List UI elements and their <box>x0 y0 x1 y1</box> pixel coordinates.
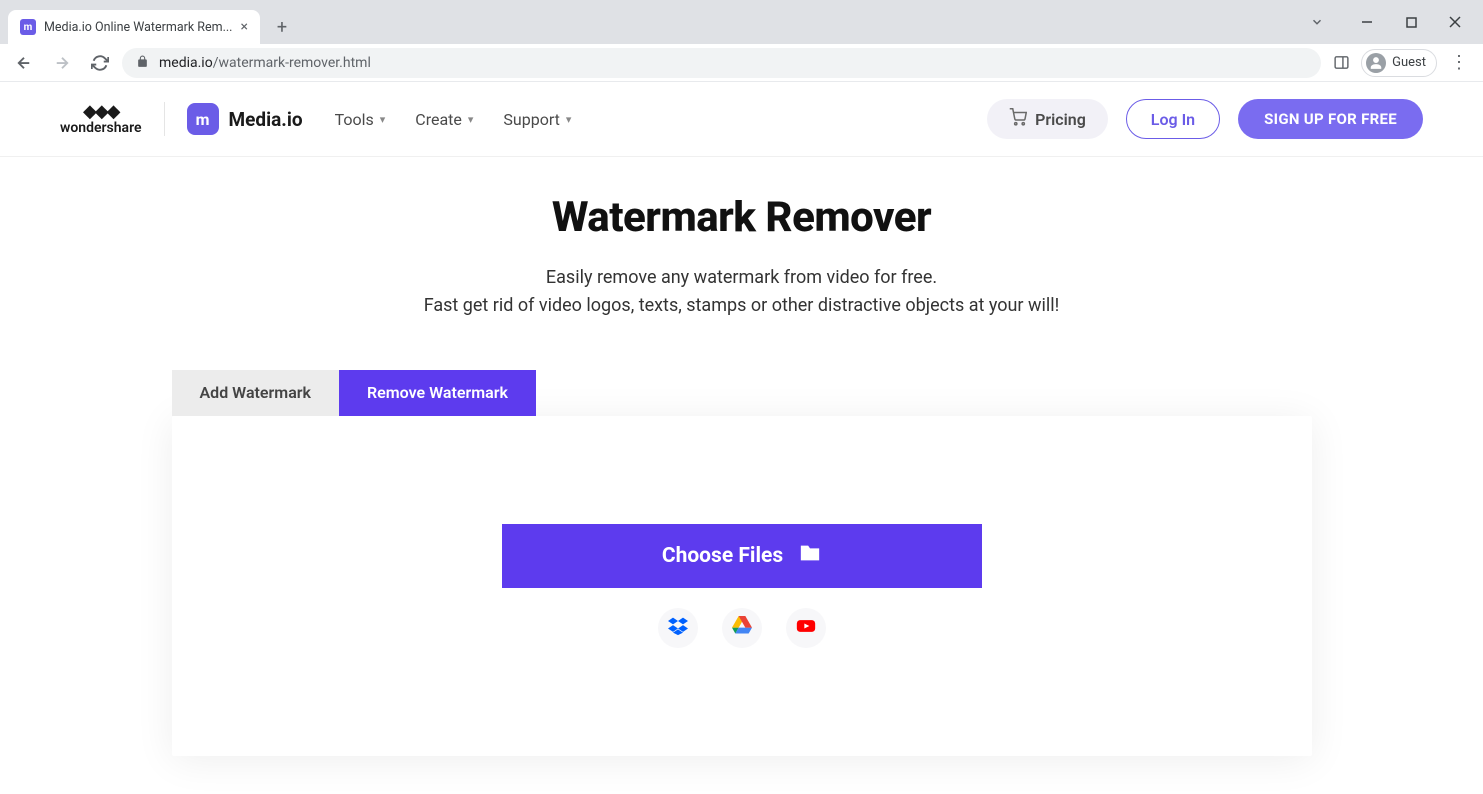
tab-remove-label: Remove Watermark <box>367 383 508 402</box>
signup-label: SIGN UP FOR FREE <box>1264 110 1397 128</box>
url-domain: media.io <box>159 55 213 71</box>
wondershare-mark-icon: ◆◆◆ <box>83 103 119 121</box>
url-path: /watermark-remover.html <box>213 55 371 71</box>
pricing-label: Pricing <box>1035 110 1086 129</box>
nav-support-label: Support <box>503 110 559 129</box>
site-header-left: ◆◆◆ wondershare m Media.io Tools ▾ Creat… <box>60 102 571 136</box>
source-options <box>658 608 826 648</box>
folder-icon <box>799 542 821 570</box>
maximize-icon[interactable] <box>1391 7 1431 37</box>
source-dropbox[interactable] <box>658 608 698 648</box>
dropbox-icon <box>668 616 688 640</box>
page-subtitle: Easily remove any watermark from video f… <box>0 264 1483 320</box>
wondershare-text: wondershare <box>60 121 142 135</box>
profile-guest[interactable]: Guest <box>1361 49 1437 77</box>
cart-icon <box>1009 108 1027 130</box>
tab-strip: m Media.io Online Watermark Rem... × + <box>0 0 1483 44</box>
chevron-down-icon: ▾ <box>380 113 386 126</box>
site-header: ◆◆◆ wondershare m Media.io Tools ▾ Creat… <box>0 82 1483 157</box>
forward-button[interactable] <box>46 47 78 79</box>
window-controls <box>1303 0 1483 44</box>
mediaio-logo[interactable]: m Media.io <box>187 103 303 135</box>
tool-area: Add Watermark Remove Watermark Choose Fi… <box>172 370 1312 756</box>
browser-tab[interactable]: m Media.io Online Watermark Rem... × <box>8 10 260 44</box>
tab-add-label: Add Watermark <box>200 383 312 402</box>
tab-add-watermark[interactable]: Add Watermark <box>172 370 340 416</box>
google-drive-icon <box>732 616 752 640</box>
login-label: Log In <box>1151 110 1195 129</box>
pricing-button[interactable]: Pricing <box>987 99 1108 139</box>
nav-create[interactable]: Create ▾ <box>415 110 473 129</box>
youtube-icon <box>796 616 816 640</box>
wondershare-logo[interactable]: ◆◆◆ wondershare <box>60 103 142 135</box>
back-button[interactable] <box>8 47 40 79</box>
main-nav: Tools ▾ Create ▾ Support ▾ <box>335 110 572 129</box>
upload-card: Choose Files <box>172 416 1312 756</box>
nav-support[interactable]: Support ▾ <box>503 110 571 129</box>
login-button[interactable]: Log In <box>1126 99 1220 139</box>
reload-button[interactable] <box>84 47 116 79</box>
hero: Watermark Remover Easily remove any wate… <box>0 157 1483 320</box>
address-bar[interactable]: media.io/watermark-remover.html <box>122 48 1321 78</box>
source-youtube[interactable] <box>786 608 826 648</box>
url-text: media.io/watermark-remover.html <box>159 55 371 71</box>
chevron-down-icon: ▾ <box>468 113 474 126</box>
site-header-right: Pricing Log In SIGN UP FOR FREE <box>987 99 1423 139</box>
signup-button[interactable]: SIGN UP FOR FREE <box>1238 99 1423 139</box>
new-tab-button[interactable]: + <box>268 13 296 41</box>
minimize-icon[interactable] <box>1347 7 1387 37</box>
search-tabs-icon[interactable] <box>1303 8 1331 36</box>
tab-title: Media.io Online Watermark Rem... <box>44 20 232 35</box>
page-viewport[interactable]: ◆◆◆ wondershare m Media.io Tools ▾ Creat… <box>0 82 1483 794</box>
choose-files-label: Choose Files <box>662 544 783 568</box>
chevron-down-icon: ▾ <box>566 113 572 126</box>
tab-remove-watermark[interactable]: Remove Watermark <box>339 370 536 416</box>
browser-toolbar: media.io/watermark-remover.html Guest ⋮ <box>0 44 1483 82</box>
avatar-icon <box>1366 53 1386 73</box>
choose-files-button[interactable]: Choose Files <box>502 524 982 588</box>
browser-chrome: m Media.io Online Watermark Rem... × + <box>0 0 1483 82</box>
close-window-icon[interactable] <box>1435 7 1475 37</box>
page-title: Watermark Remover <box>0 193 1483 242</box>
side-panel-icon[interactable] <box>1327 49 1355 77</box>
nav-tools[interactable]: Tools ▾ <box>335 110 386 129</box>
close-tab-icon[interactable]: × <box>240 19 247 35</box>
tab-favicon: m <box>20 19 36 35</box>
source-google-drive[interactable] <box>722 608 762 648</box>
subtitle-line-2: Fast get rid of video logos, texts, stam… <box>0 292 1483 320</box>
guest-label: Guest <box>1392 55 1426 70</box>
mediaio-text: Media.io <box>229 108 303 131</box>
divider <box>164 102 165 136</box>
mediaio-badge-icon: m <box>187 103 219 135</box>
nav-tools-label: Tools <box>335 110 374 129</box>
tool-tabs: Add Watermark Remove Watermark <box>172 370 1312 416</box>
lock-icon <box>136 55 149 71</box>
nav-create-label: Create <box>415 110 462 129</box>
browser-menu-icon[interactable]: ⋮ <box>1443 47 1475 79</box>
subtitle-line-1: Easily remove any watermark from video f… <box>0 264 1483 292</box>
